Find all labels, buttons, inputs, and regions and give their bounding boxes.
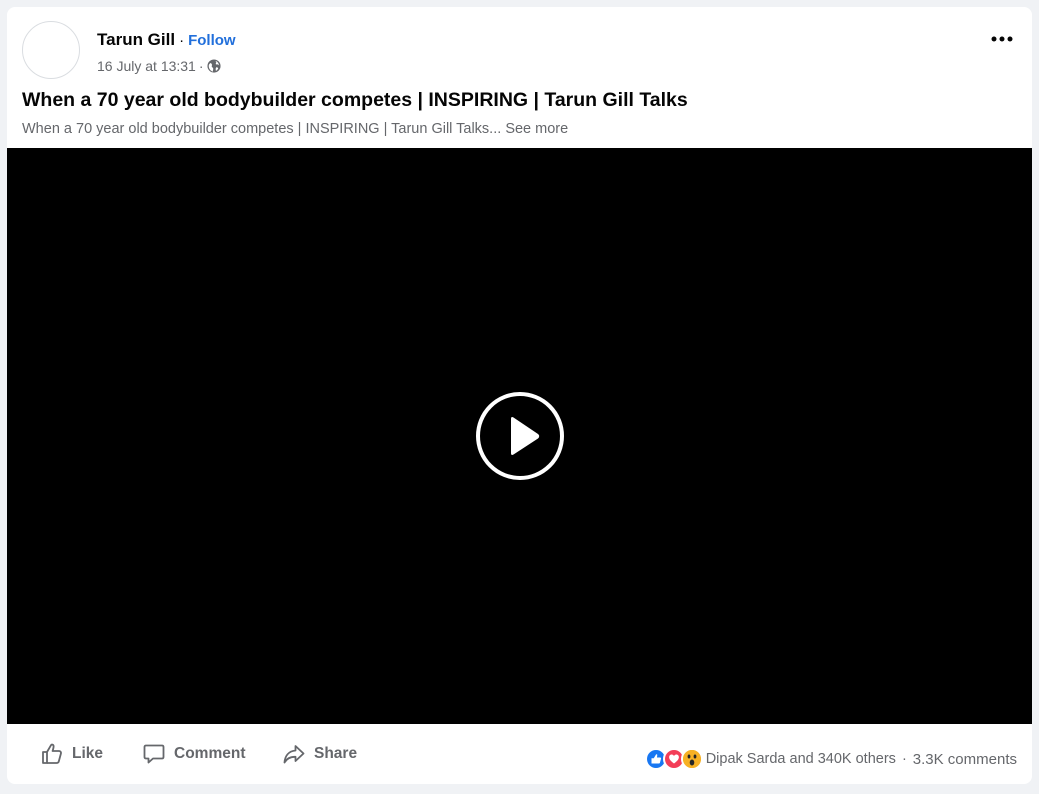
share-button[interactable]: Share: [282, 742, 357, 766]
post-description-text: When a 70 year old bodybuilder competes …: [22, 121, 502, 137]
share-label: Share: [314, 745, 358, 762]
author-avatar[interactable]: [22, 21, 80, 79]
post-timestamp[interactable]: 16 July at 13:31: [97, 58, 196, 74]
comments-count[interactable]: 3.3K comments: [913, 751, 1017, 768]
header-separator: ·: [179, 32, 185, 49]
play-button[interactable]: [475, 391, 565, 481]
video-player[interactable]: [7, 148, 1032, 724]
like-button[interactable]: Like: [40, 742, 103, 766]
post-actions-bar: Like Comment Share Dipak Sarda and 340K …: [7, 724, 1032, 784]
reactions-separator: ·: [901, 751, 907, 767]
comment-label: Comment: [174, 745, 246, 762]
meta-separator: ·: [198, 58, 204, 74]
post-meta: 16 July at 13:31 ·: [97, 58, 221, 74]
globe-icon: [206, 59, 221, 73]
more-options-icon: [991, 36, 1013, 42]
video-controls: [7, 684, 1032, 724]
reactors-summary[interactable]: Dipak Sarda and 340K others: [706, 751, 896, 767]
more-options-button[interactable]: [986, 27, 1018, 51]
post-title: When a 70 year old bodybuilder competes …: [22, 89, 688, 111]
follow-link[interactable]: Follow: [188, 32, 236, 49]
post-card: Tarun Gill · Follow 16 July at 13:31 · W…: [7, 7, 1032, 784]
reactions-summary: Dipak Sarda and 340K others · 3.3K comme…: [644, 748, 1017, 770]
play-icon: [476, 392, 564, 480]
thumbs-up-icon: [42, 743, 62, 764]
like-label: Like: [72, 745, 104, 762]
reaction-icons[interactable]: [644, 748, 703, 770]
post-description: When a 70 year old bodybuilder competes …: [22, 121, 568, 137]
share-icon: [283, 745, 305, 764]
author-name[interactable]: Tarun Gill: [97, 30, 175, 50]
comment-button[interactable]: Comment: [142, 742, 245, 766]
comment-icon: [143, 744, 165, 764]
wow-reaction-icon: [680, 748, 703, 770]
see-more-link[interactable]: See more: [505, 121, 568, 137]
post-header: Tarun Gill · Follow: [97, 30, 236, 50]
